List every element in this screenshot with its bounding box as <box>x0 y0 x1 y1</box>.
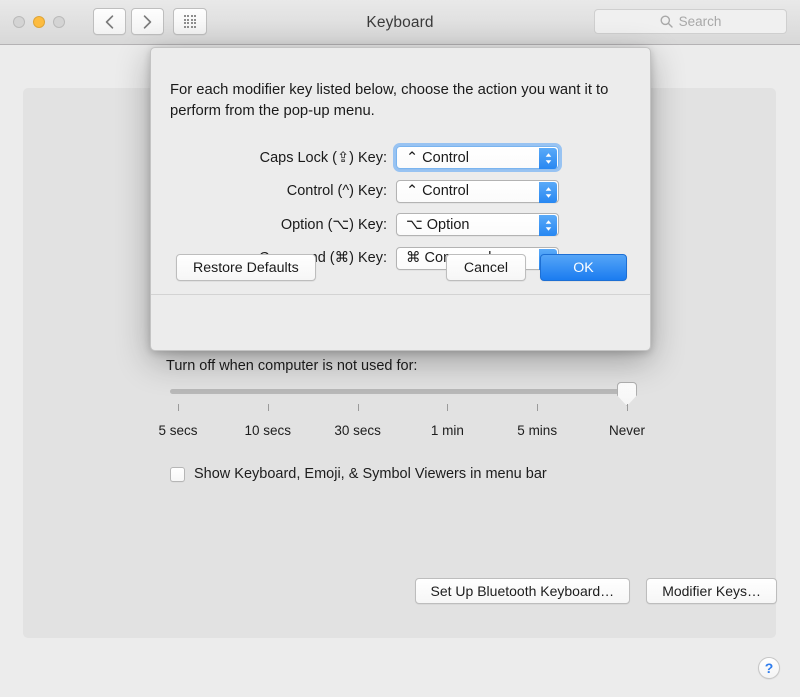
window-title-text: Keyboard <box>366 13 434 31</box>
restore-defaults-button[interactable]: Restore Defaults <box>176 254 316 281</box>
system-preferences-window: Keyboard Search Turn off when computer i… <box>0 0 800 697</box>
dialog-footer: Restore Defaults Cancel OK <box>151 254 650 350</box>
modifier-row-control: Control (^) Key: ⌃ Control <box>151 175 650 209</box>
search-icon <box>660 15 673 28</box>
slider-tick-label: 1 min <box>430 423 464 438</box>
stepper-arrows-icon <box>545 220 551 232</box>
stepper-arrows-icon <box>545 153 551 165</box>
turn-off-delay-label: Turn off when computer is not used for: <box>166 358 418 374</box>
slider-track <box>170 389 635 394</box>
slider-tick-label: 5 secs <box>158 423 198 438</box>
search-field[interactable]: Search <box>594 9 787 34</box>
modifier-label-control: Control (^) Key: <box>286 183 387 200</box>
modifier-label-caps-lock: Caps Lock (⇪) Key: <box>259 149 387 166</box>
set-up-bluetooth-keyboard-button[interactable]: Set Up Bluetooth Keyboard… <box>414 578 631 604</box>
show-viewers-checkbox[interactable] <box>170 466 185 482</box>
slider-tick-label: 10 secs <box>244 423 292 438</box>
modifier-value-option: ⌥ Option <box>406 216 470 233</box>
slider-tick <box>357 404 359 411</box>
slider-tick <box>178 404 179 411</box>
help-button[interactable]: ? <box>758 657 780 679</box>
cancel-button[interactable]: Cancel <box>446 254 526 281</box>
slider-tick-label: Never <box>608 423 646 438</box>
modifier-value-control: ⌃ Control <box>406 183 469 200</box>
ok-button[interactable]: OK <box>540 254 627 281</box>
slider-tick <box>267 404 269 411</box>
slider-tick-marks <box>170 404 635 411</box>
panel-action-buttons: Set Up Bluetooth Keyboard… Modifier Keys… <box>0 578 800 604</box>
modifier-row-caps-lock: Caps Lock (⇪) Key: ⌃ Control <box>151 141 650 175</box>
show-viewers-checkbox-row[interactable]: Show Keyboard, Emoji, & Symbol Viewers i… <box>170 466 547 482</box>
dialog-instructions: For each modifier key listed below, choo… <box>170 82 609 119</box>
turn-off-delay-slider[interactable] <box>170 382 637 406</box>
modifier-popup-stepper-control[interactable] <box>539 181 557 203</box>
window-titlebar: Keyboard Search <box>0 0 800 45</box>
search-placeholder: Search <box>678 14 722 29</box>
slider-tick <box>447 404 449 411</box>
modifier-label-option: Option (⌥) Key: <box>280 216 387 233</box>
modifier-popup-control[interactable]: ⌃ Control <box>396 179 559 203</box>
modifier-popup-caps-lock[interactable]: ⌃ Control <box>393 143 562 173</box>
slider-tick-label: 5 mins <box>517 423 558 438</box>
slider-tick <box>627 404 628 411</box>
slider-tick <box>537 404 539 411</box>
show-viewers-label: Show Keyboard, Emoji, & Symbol Viewers i… <box>194 466 547 482</box>
stepper-arrows-icon <box>545 186 551 198</box>
modifier-value-caps-lock: ⌃ Control <box>406 149 469 166</box>
modifier-popup-option[interactable]: ⌥ Option <box>396 213 559 237</box>
slider-tick-label: 30 secs <box>334 423 381 438</box>
modifier-popup-stepper-caps-lock[interactable] <box>539 148 557 170</box>
modifier-row-option: Option (⌥) Key: ⌥ Option <box>151 208 650 242</box>
modifier-keys-dialog: For each modifier key listed below, choo… <box>150 47 651 351</box>
modifier-popup-stepper-option[interactable] <box>539 215 557 237</box>
slider-tick-labels: 5 secs 10 secs 30 secs 1 min 5 mins Never <box>150 423 655 443</box>
modifier-keys-button[interactable]: Modifier Keys… <box>646 578 777 604</box>
